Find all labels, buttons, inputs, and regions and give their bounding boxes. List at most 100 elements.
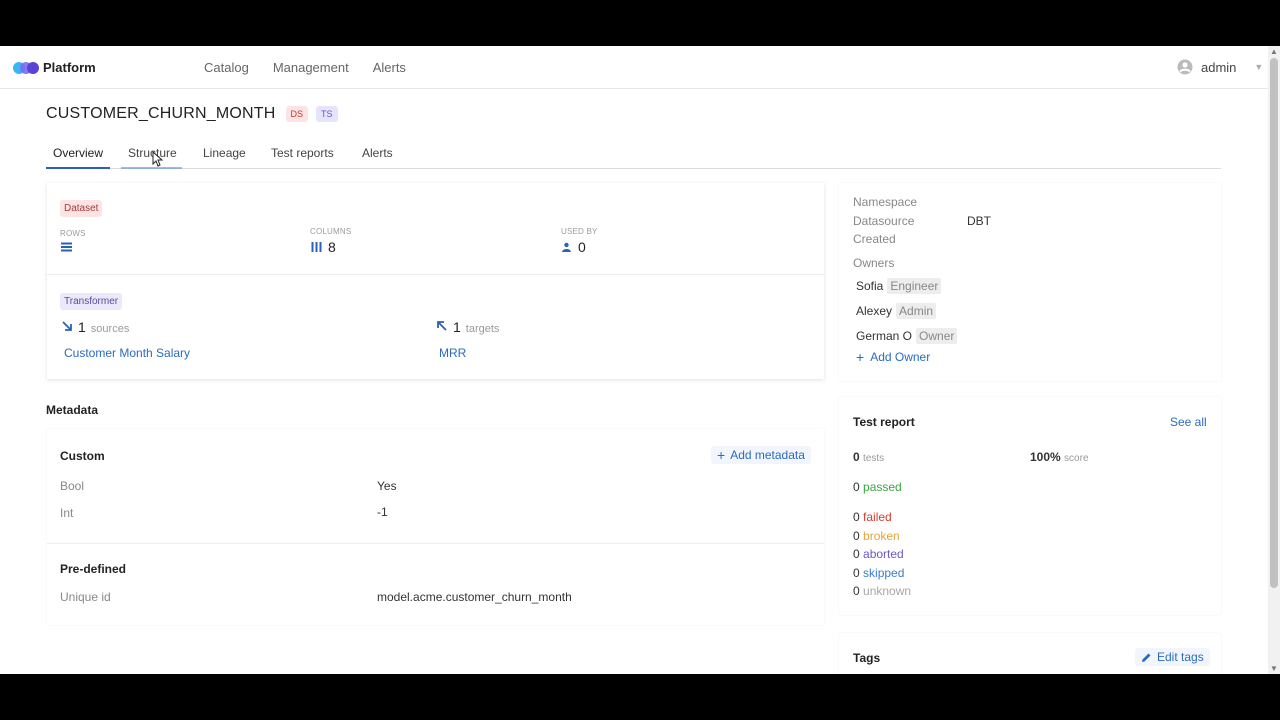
- status-count: 0: [853, 480, 860, 494]
- sources-count: 1: [78, 319, 86, 335]
- target-link[interactable]: MRR: [439, 346, 466, 360]
- owners-label: Owners: [853, 256, 895, 270]
- tests-summary: 0 tests: [853, 450, 884, 464]
- tab-lineage[interactable]: Lineage: [196, 146, 253, 167]
- owner-role: Owner: [916, 328, 958, 344]
- columns-label: COLUMNS: [310, 227, 352, 236]
- metadata-value: -1: [377, 505, 388, 519]
- user-menu[interactable]: admin ▼: [1177, 59, 1263, 75]
- tests-label: tests: [863, 453, 885, 464]
- edit-tags-button[interactable]: Edit tags: [1135, 648, 1210, 666]
- nav-alerts[interactable]: Alerts: [373, 60, 406, 75]
- add-owner-label: Add Owner: [870, 350, 931, 364]
- sources-summary: 1 sources: [61, 319, 129, 335]
- page-title: CUSTOMER_CHURN_MONTH: [46, 105, 276, 122]
- metadata-value: Yes: [377, 479, 397, 493]
- metadata-value: model.acme.customer_churn_month: [377, 590, 572, 604]
- logo-icon: [13, 61, 41, 75]
- status-label: skipped: [863, 566, 905, 580]
- scroll-down-icon[interactable]: ▼: [1270, 664, 1278, 673]
- nav-catalog[interactable]: Catalog: [204, 60, 249, 75]
- status-passed: 0 passed: [853, 480, 902, 494]
- ds-badge: DS: [285, 106, 309, 122]
- status-broken: 0 broken: [853, 529, 900, 543]
- rows-icon: [61, 242, 72, 252]
- rows-value: [61, 242, 72, 252]
- main-nav: Catalog Management Alerts: [204, 60, 406, 75]
- arrow-down-right-icon: [62, 321, 72, 331]
- status-count: 0: [853, 529, 860, 543]
- created-label: Created: [853, 232, 896, 246]
- ts-badge: TS: [316, 106, 338, 122]
- columns-count: 8: [328, 239, 336, 255]
- source-link[interactable]: Customer Month Salary: [64, 346, 190, 360]
- targets-count: 1: [453, 319, 461, 335]
- user-avatar-icon: [1177, 59, 1193, 75]
- see-all-link[interactable]: See all: [1170, 415, 1207, 429]
- status-count: 0: [853, 566, 860, 580]
- status-skipped: 0 skipped: [853, 566, 904, 580]
- sources-label: sources: [90, 323, 130, 335]
- status-label: unknown: [863, 584, 912, 598]
- user-name: admin: [1201, 59, 1237, 75]
- metadata-key: Unique id: [60, 590, 111, 604]
- columns-value: 8: [311, 239, 336, 255]
- title-row: CUSTOMER_CHURN_MONTH DS TS: [46, 105, 338, 123]
- edit-tags-label: Edit tags: [1157, 650, 1204, 664]
- tab-overview[interactable]: Overview: [46, 146, 111, 169]
- brand-name: Platform: [43, 60, 96, 75]
- status-label: broken: [863, 529, 900, 543]
- owner-role: Admin: [896, 303, 937, 319]
- datasource-label: Datasource: [853, 214, 915, 228]
- custom-title: Custom: [60, 449, 105, 463]
- tests-count: 0: [853, 450, 860, 464]
- score-value: 100%: [1030, 450, 1061, 464]
- status-count: 0: [853, 510, 860, 524]
- score-label: score: [1064, 453, 1089, 464]
- dataset-card: Dataset ROWS COLUMNS 8 USED BY 0 Transfo…: [47, 183, 824, 379]
- tags-title: Tags: [853, 651, 881, 665]
- tags-card: Tags Edit tags: [839, 633, 1221, 674]
- owner-name: Alexey: [856, 304, 893, 318]
- nav-management[interactable]: Management: [273, 60, 349, 75]
- plus-icon: +: [856, 349, 865, 365]
- owner-row: Sofia Engineer: [856, 278, 942, 294]
- metadata-card: Custom + Add metadata Bool Yes Int -1 Pr…: [47, 429, 824, 625]
- page-scrollbar[interactable]: ▲ ▼: [1268, 46, 1280, 674]
- chevron-down-icon: ▼: [1254, 62, 1264, 72]
- predefined-title: Pre-defined: [60, 562, 127, 576]
- test-report-title: Test report: [853, 415, 915, 429]
- owner-row: German O Owner: [856, 328, 958, 344]
- plus-icon: +: [717, 447, 726, 463]
- datasource-value: DBT: [967, 214, 991, 228]
- owner-row: Alexey Admin: [856, 303, 937, 319]
- status-count: 0: [853, 547, 860, 561]
- metadata-key: Bool: [60, 479, 85, 493]
- add-owner-button[interactable]: + Add Owner: [856, 350, 930, 364]
- info-card: Namespace Datasource DBT Created Owners …: [839, 183, 1221, 381]
- transformer-chip: Transformer: [60, 293, 123, 310]
- card-divider: [47, 543, 824, 544]
- owner-role: Engineer: [887, 278, 942, 294]
- tab-hover-indicator: [121, 167, 182, 169]
- owner-name: Sofia: [856, 279, 884, 293]
- scroll-up-icon[interactable]: ▲: [1270, 47, 1278, 56]
- add-metadata-button[interactable]: + Add metadata: [711, 446, 811, 464]
- test-report-card: Test report See all 0 tests 100% score 0…: [839, 397, 1221, 615]
- status-label: passed: [863, 480, 902, 494]
- score-summary: 100% score: [1030, 450, 1089, 464]
- owner-name: German O: [856, 329, 913, 343]
- brand-logo[interactable]: Platform: [13, 60, 96, 75]
- used-by-value: 0: [561, 239, 586, 255]
- tab-alerts[interactable]: Alerts: [355, 146, 400, 167]
- status-label: failed: [863, 510, 892, 524]
- scrollbar-thumb[interactable]: [1270, 58, 1278, 588]
- status-unknown: 0 unknown: [853, 584, 911, 598]
- mouse-cursor-icon: [152, 151, 163, 167]
- tab-test-reports[interactable]: Test reports: [264, 146, 341, 167]
- status-label: aborted: [863, 547, 904, 561]
- tab-bar: Overview Structure Lineage Test reports …: [46, 146, 1221, 169]
- status-aborted: 0 aborted: [853, 547, 904, 561]
- status-count: 0: [853, 584, 860, 598]
- app-viewport: Platform Catalog Management Alerts admin…: [0, 46, 1280, 674]
